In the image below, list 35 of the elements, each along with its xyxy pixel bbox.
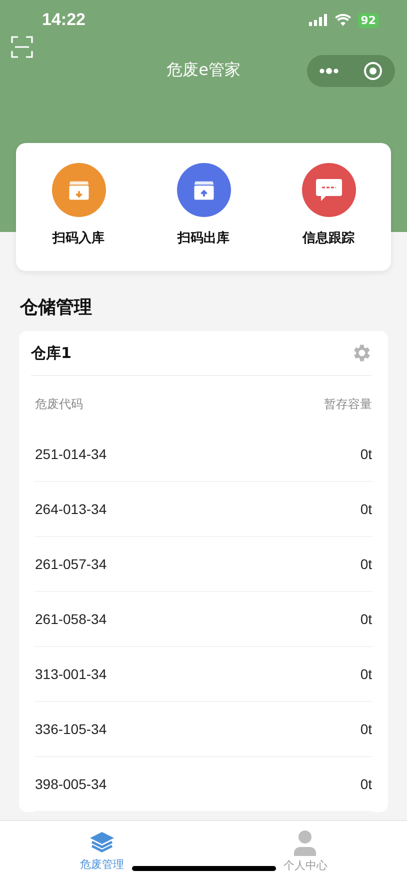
table-cell: 0t (360, 721, 372, 737)
close-target-icon[interactable] (363, 61, 383, 81)
battery-level: 92 (358, 12, 379, 28)
table-cell: 0t (360, 776, 372, 792)
table-cell: 313-001-34 (35, 666, 107, 682)
action-label[interactable]: 信息跟踪 (302, 229, 354, 247)
layers-icon (88, 830, 115, 854)
column-header: 危废代码 (35, 396, 83, 413)
column-header: 暂存容量 (324, 396, 372, 413)
wifi-icon (334, 14, 351, 26)
box-icon[interactable] (176, 163, 230, 217)
box-icon[interactable] (52, 163, 106, 217)
table-cell: 261-057-34 (35, 556, 107, 572)
table-cell: 398-005-34 (35, 776, 107, 792)
message-icon[interactable] (302, 163, 356, 217)
action-label[interactable]: 扫码出库 (178, 229, 230, 247)
status-time: 14:22 (42, 10, 86, 30)
signal-icon (308, 14, 328, 26)
table-cell: 0t (360, 501, 372, 517)
table-cell: 0t (360, 666, 372, 682)
table-cell: 251-014-34 (35, 446, 107, 462)
warehouse-name: 仓库1 (31, 344, 72, 362)
table-cell: 261-058-34 (35, 611, 107, 627)
table-cell: 0t (360, 556, 372, 572)
table-cell: 264-013-34 (35, 501, 107, 517)
more-icon[interactable] (319, 68, 339, 74)
table-cell: 0t (360, 611, 372, 627)
section-title: 仓储管理 (20, 296, 93, 319)
capsule-menu[interactable] (307, 55, 395, 87)
scan-icon[interactable] (11, 36, 33, 58)
table-cell: 336-105-34 (35, 721, 107, 737)
person-icon (293, 830, 318, 856)
action-label[interactable]: 扫码入库 (52, 229, 104, 247)
app-title: 危废e管家 (166, 60, 240, 80)
table-cell: 0t (360, 446, 372, 462)
